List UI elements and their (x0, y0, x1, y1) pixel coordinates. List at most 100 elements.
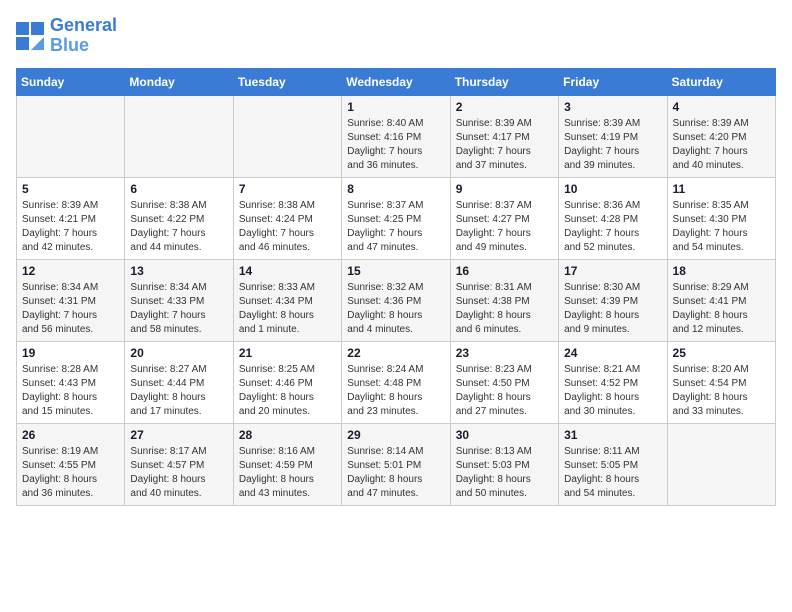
calendar-cell (125, 95, 233, 177)
day-content-line: Daylight: 8 hours (22, 473, 119, 487)
day-content-line: and 36 minutes. (347, 159, 444, 173)
day-content-line: and 1 minute. (239, 323, 336, 337)
day-content-line: Sunset: 4:24 PM (239, 213, 336, 227)
day-number: 15 (347, 264, 444, 278)
calendar-cell: 31Sunrise: 8:11 AMSunset: 5:05 PMDayligh… (559, 423, 667, 505)
day-content-line: Daylight: 7 hours (456, 227, 553, 241)
day-content-line: Daylight: 8 hours (22, 391, 119, 405)
day-content-line: Sunrise: 8:17 AM (130, 445, 227, 459)
day-content-line: Sunrise: 8:31 AM (456, 281, 553, 295)
day-content-line: Daylight: 7 hours (22, 309, 119, 323)
day-content-line: and 42 minutes. (22, 241, 119, 255)
day-content-line: Sunset: 4:19 PM (564, 131, 661, 145)
day-content-line: and 39 minutes. (564, 159, 661, 173)
day-content-line: Sunset: 5:03 PM (456, 459, 553, 473)
calendar-cell: 29Sunrise: 8:14 AMSunset: 5:01 PMDayligh… (342, 423, 450, 505)
day-content-line: and 54 minutes. (673, 241, 770, 255)
calendar-cell: 24Sunrise: 8:21 AMSunset: 4:52 PMDayligh… (559, 341, 667, 423)
calendar-cell: 28Sunrise: 8:16 AMSunset: 4:59 PMDayligh… (233, 423, 341, 505)
day-content-line: Sunrise: 8:27 AM (130, 363, 227, 377)
day-content-line: Sunset: 4:22 PM (130, 213, 227, 227)
day-content-line: Sunrise: 8:37 AM (456, 199, 553, 213)
calendar-cell: 3Sunrise: 8:39 AMSunset: 4:19 PMDaylight… (559, 95, 667, 177)
day-content-line: Sunset: 4:16 PM (347, 131, 444, 145)
day-content-line: Sunrise: 8:30 AM (564, 281, 661, 295)
day-content-line: Daylight: 7 hours (347, 227, 444, 241)
calendar-cell: 23Sunrise: 8:23 AMSunset: 4:50 PMDayligh… (450, 341, 558, 423)
calendar-week-row: 1Sunrise: 8:40 AMSunset: 4:16 PMDaylight… (17, 95, 776, 177)
day-content-line: Sunrise: 8:11 AM (564, 445, 661, 459)
day-content-line: Sunset: 4:43 PM (22, 377, 119, 391)
calendar-cell: 26Sunrise: 8:19 AMSunset: 4:55 PMDayligh… (17, 423, 125, 505)
day-content-line: Sunset: 4:31 PM (22, 295, 119, 309)
weekday-header-monday: Monday (125, 68, 233, 95)
calendar-cell: 5Sunrise: 8:39 AMSunset: 4:21 PMDaylight… (17, 177, 125, 259)
day-number: 18 (673, 264, 770, 278)
calendar-table: SundayMondayTuesdayWednesdayThursdayFrid… (16, 68, 776, 506)
day-number: 9 (456, 182, 553, 196)
calendar-cell: 14Sunrise: 8:33 AMSunset: 4:34 PMDayligh… (233, 259, 341, 341)
day-content-line: Sunset: 4:21 PM (22, 213, 119, 227)
day-content-line: and 47 minutes. (347, 487, 444, 501)
day-content-line: and 4 minutes. (347, 323, 444, 337)
calendar-cell (667, 423, 775, 505)
calendar-cell: 20Sunrise: 8:27 AMSunset: 4:44 PMDayligh… (125, 341, 233, 423)
day-content-line: Daylight: 8 hours (130, 391, 227, 405)
day-content-line: Sunrise: 8:34 AM (130, 281, 227, 295)
day-content-line: and 43 minutes. (239, 487, 336, 501)
day-content-line: Sunrise: 8:39 AM (456, 117, 553, 131)
day-number: 21 (239, 346, 336, 360)
day-content-line: Sunrise: 8:40 AM (347, 117, 444, 131)
calendar-cell: 13Sunrise: 8:34 AMSunset: 4:33 PMDayligh… (125, 259, 233, 341)
day-content-line: and 58 minutes. (130, 323, 227, 337)
day-content-line: Daylight: 8 hours (239, 473, 336, 487)
day-content-line: Sunrise: 8:39 AM (564, 117, 661, 131)
day-number: 26 (22, 428, 119, 442)
day-content-line: Sunrise: 8:34 AM (22, 281, 119, 295)
day-number: 8 (347, 182, 444, 196)
day-content-line: and 9 minutes. (564, 323, 661, 337)
calendar-week-row: 12Sunrise: 8:34 AMSunset: 4:31 PMDayligh… (17, 259, 776, 341)
day-content-line: and 56 minutes. (22, 323, 119, 337)
day-content-line: Sunset: 4:25 PM (347, 213, 444, 227)
day-content-line: Daylight: 8 hours (456, 309, 553, 323)
day-content-line: Daylight: 7 hours (130, 309, 227, 323)
day-content-line: and 20 minutes. (239, 405, 336, 419)
logo-text: General Blue (50, 16, 117, 56)
weekday-header-row: SundayMondayTuesdayWednesdayThursdayFrid… (17, 68, 776, 95)
day-content-line: Daylight: 8 hours (347, 391, 444, 405)
day-content-line: Sunrise: 8:16 AM (239, 445, 336, 459)
calendar-cell (233, 95, 341, 177)
day-content-line: Sunset: 4:20 PM (673, 131, 770, 145)
day-content-line: Sunrise: 8:37 AM (347, 199, 444, 213)
calendar-cell: 30Sunrise: 8:13 AMSunset: 5:03 PMDayligh… (450, 423, 558, 505)
day-content-line: Daylight: 7 hours (564, 227, 661, 241)
calendar-cell: 18Sunrise: 8:29 AMSunset: 4:41 PMDayligh… (667, 259, 775, 341)
day-number: 16 (456, 264, 553, 278)
day-content-line: Daylight: 8 hours (347, 309, 444, 323)
day-number: 19 (22, 346, 119, 360)
day-number: 10 (564, 182, 661, 196)
calendar-cell (17, 95, 125, 177)
day-content-line: Sunset: 5:01 PM (347, 459, 444, 473)
day-number: 30 (456, 428, 553, 442)
day-content-line: Sunrise: 8:24 AM (347, 363, 444, 377)
day-content-line: Sunrise: 8:33 AM (239, 281, 336, 295)
calendar-cell: 1Sunrise: 8:40 AMSunset: 4:16 PMDaylight… (342, 95, 450, 177)
calendar-cell: 17Sunrise: 8:30 AMSunset: 4:39 PMDayligh… (559, 259, 667, 341)
calendar-cell: 4Sunrise: 8:39 AMSunset: 4:20 PMDaylight… (667, 95, 775, 177)
day-number: 29 (347, 428, 444, 442)
day-content-line: and 52 minutes. (564, 241, 661, 255)
calendar-cell: 21Sunrise: 8:25 AMSunset: 4:46 PMDayligh… (233, 341, 341, 423)
day-content-line: and 12 minutes. (673, 323, 770, 337)
day-number: 2 (456, 100, 553, 114)
day-content-line: Sunrise: 8:39 AM (673, 117, 770, 131)
calendar-cell: 12Sunrise: 8:34 AMSunset: 4:31 PMDayligh… (17, 259, 125, 341)
day-content-line: and 23 minutes. (347, 405, 444, 419)
day-content-line: Sunset: 4:50 PM (456, 377, 553, 391)
calendar-cell: 6Sunrise: 8:38 AMSunset: 4:22 PMDaylight… (125, 177, 233, 259)
day-content-line: Sunrise: 8:19 AM (22, 445, 119, 459)
page-header: General Blue (16, 16, 776, 56)
day-content-line: and 54 minutes. (564, 487, 661, 501)
day-content-line: Daylight: 8 hours (456, 391, 553, 405)
